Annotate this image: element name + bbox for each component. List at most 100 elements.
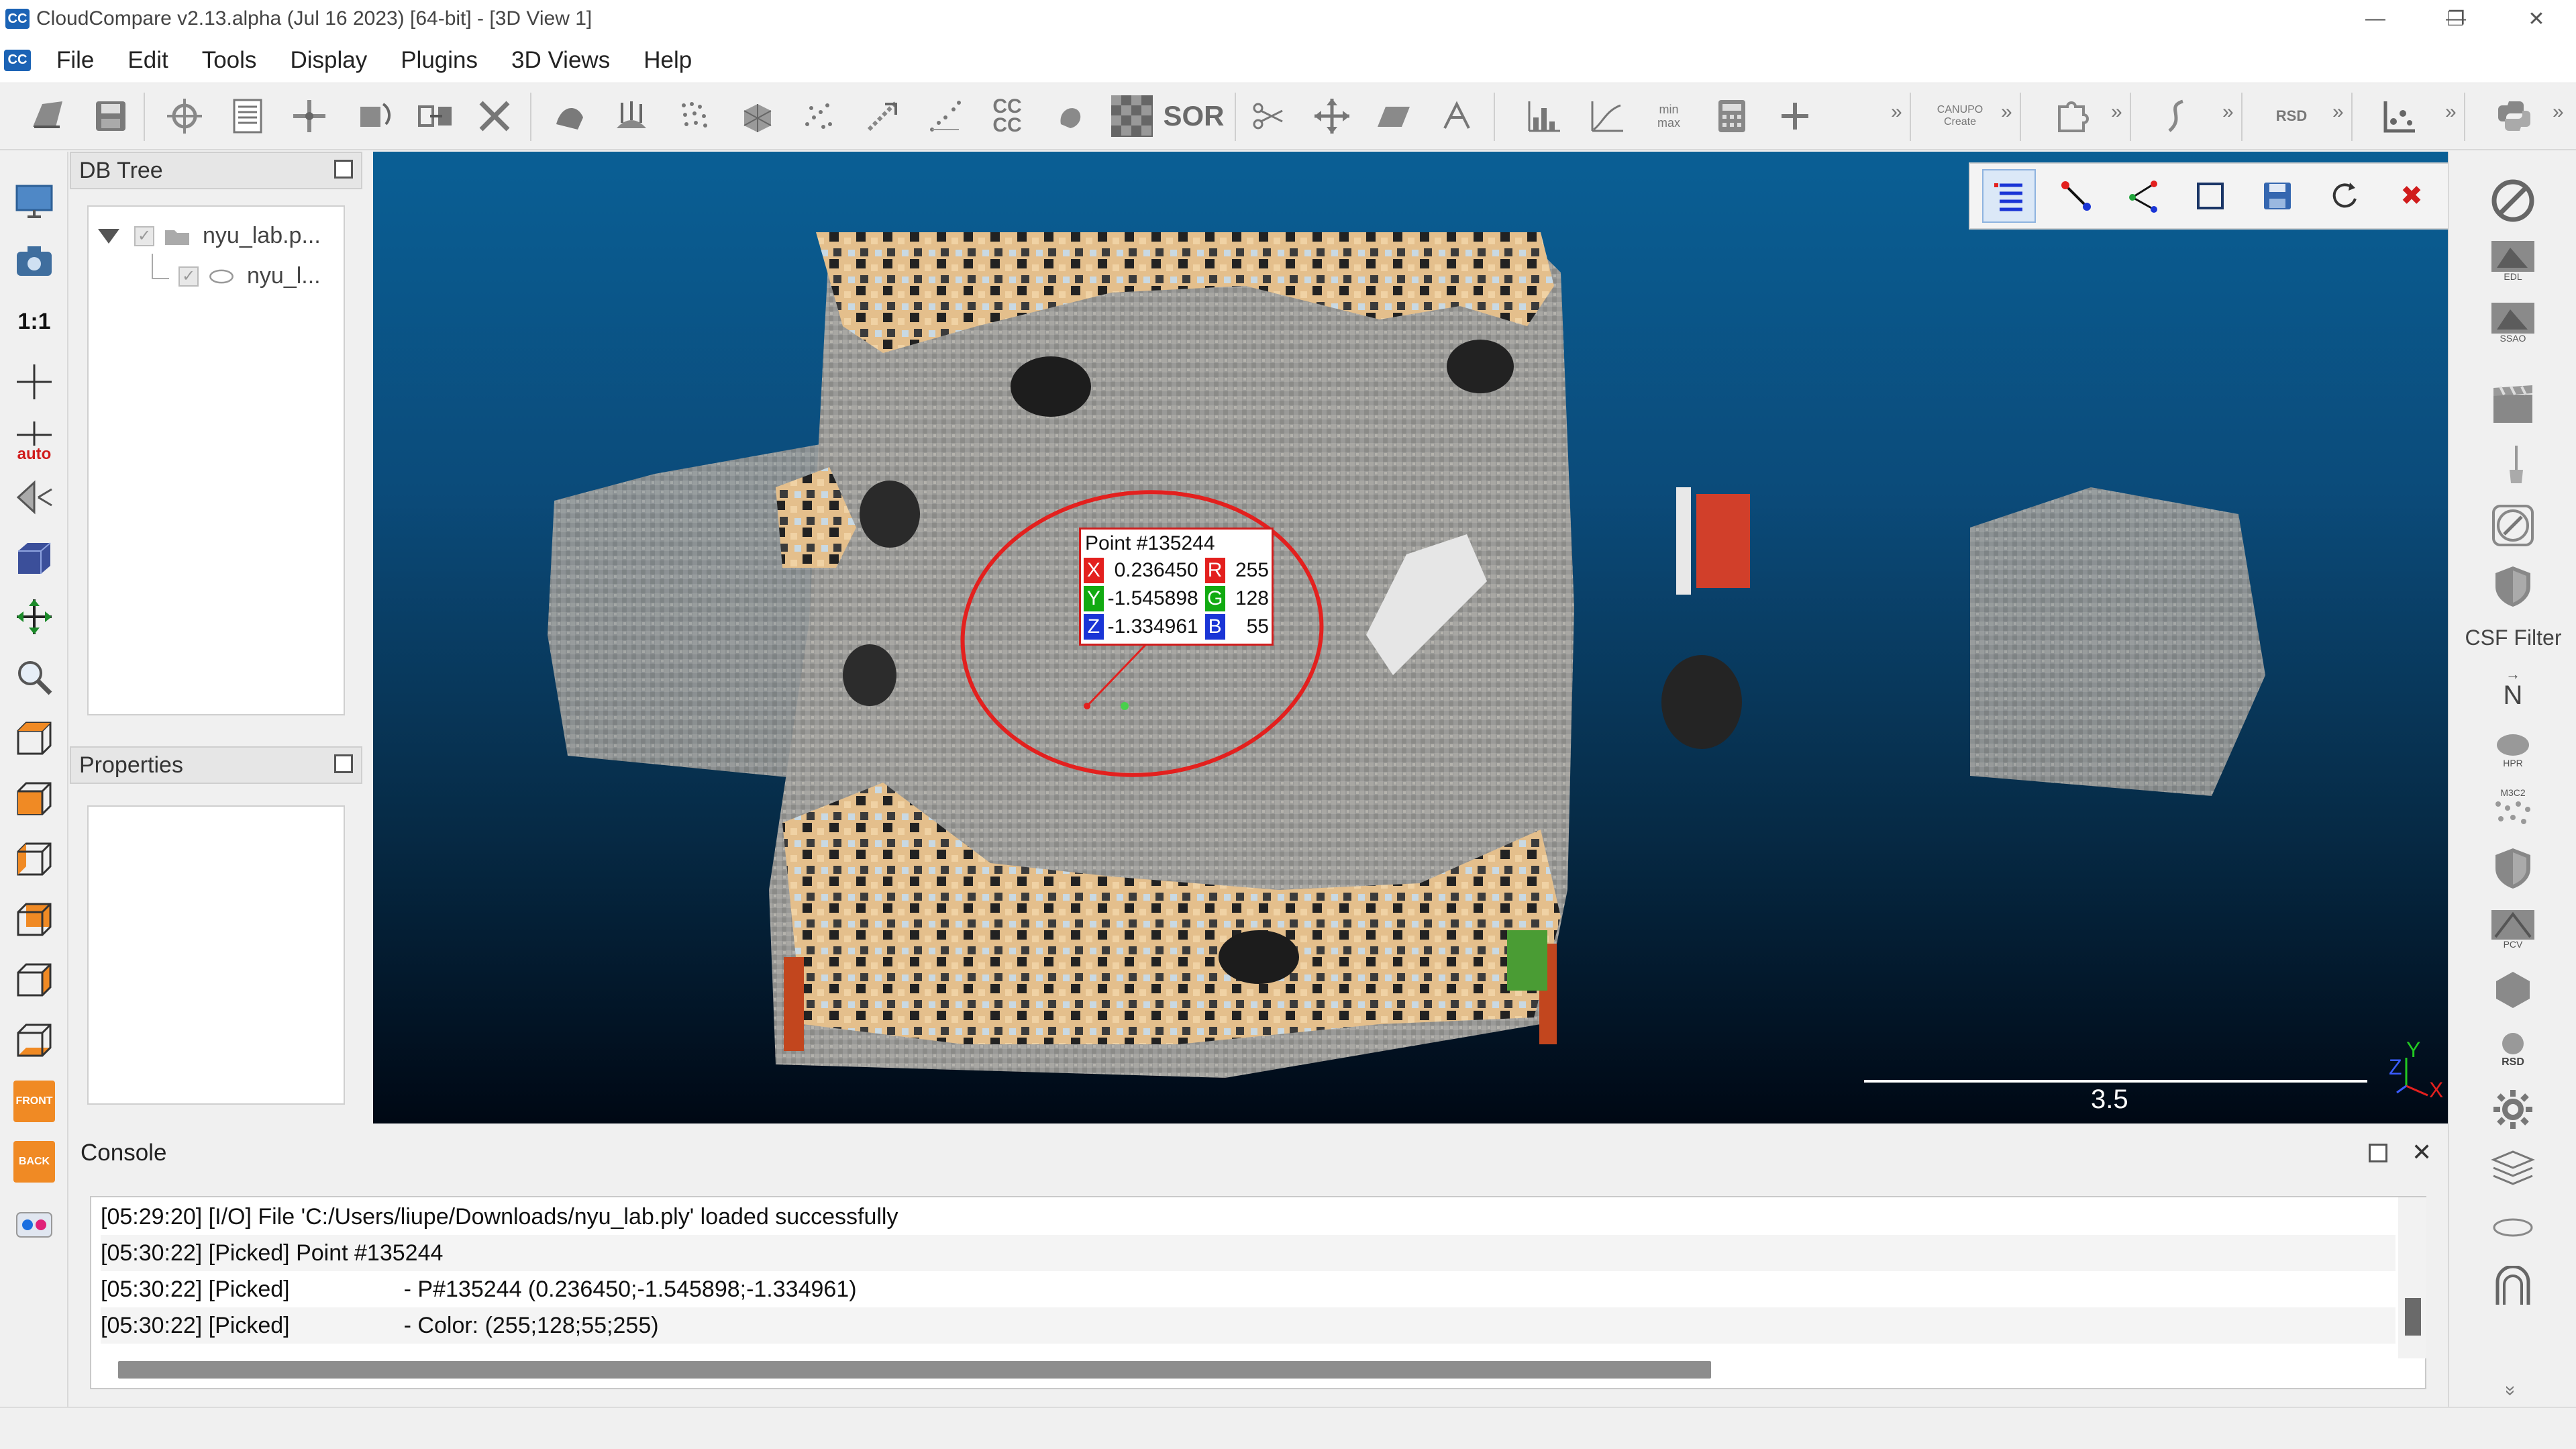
- tree-item-nyu-lab-ply[interactable]: ✓ nyu_lab.p...: [98, 223, 321, 249]
- properties-float-icon[interactable]: [334, 754, 353, 773]
- cloud-compare-icon[interactable]: [925, 95, 966, 137]
- screen-icon[interactable]: [13, 180, 55, 221]
- open-icon[interactable]: [27, 95, 68, 137]
- rotate-icon[interactable]: [352, 95, 393, 137]
- sor-icon[interactable]: SOR: [1164, 95, 1225, 137]
- reset-icon[interactable]: [2318, 169, 2371, 223]
- brush-icon[interactable]: [2488, 440, 2538, 490]
- translate-icon[interactable]: [289, 95, 330, 137]
- subsample-icon[interactable]: [674, 95, 715, 137]
- right-toolbar-overflow[interactable]: »: [2500, 1385, 2522, 1396]
- plane-icon[interactable]: [1373, 95, 1414, 137]
- disable-shader-icon[interactable]: [2488, 176, 2538, 226]
- visibility-checkbox[interactable]: ✓: [178, 266, 199, 287]
- visibility-checkbox[interactable]: ✓: [134, 226, 154, 246]
- menu-3d-views[interactable]: 3D Views: [503, 42, 618, 79]
- perspective-icon[interactable]: [13, 477, 55, 518]
- console-float-icon[interactable]: [2369, 1144, 2387, 1162]
- close-window-button[interactable]: ✕: [2503, 0, 2570, 38]
- global-shift-icon[interactable]: [164, 95, 205, 137]
- octree-icon[interactable]: [737, 95, 778, 137]
- csf-filter-label[interactable]: CSF Filter: [2449, 626, 2576, 650]
- menu-help[interactable]: Help: [635, 42, 700, 79]
- maximize-button[interactable]: ❐: [2422, 0, 2489, 38]
- canupo-icon[interactable]: CANUPO Create: [1937, 95, 1983, 137]
- console-vertical-scroll-thumb[interactable]: [2405, 1298, 2421, 1336]
- menu-file[interactable]: File: [48, 42, 102, 79]
- distance-icon[interactable]: [862, 95, 903, 137]
- segment-icon[interactable]: [1436, 95, 1478, 137]
- menu-edit[interactable]: Edit: [119, 42, 176, 79]
- ransac-icon[interactable]: RSD: [2271, 95, 2312, 137]
- view-front-icon[interactable]: [13, 777, 55, 819]
- pcv-button[interactable]: PCV: [2488, 905, 2538, 954]
- sample-icon[interactable]: [549, 95, 590, 137]
- toolbar-overflow-1[interactable]: »: [1891, 101, 1902, 123]
- rsd-button[interactable]: RSD: [2488, 1024, 2538, 1074]
- save-icon[interactable]: [90, 95, 132, 137]
- 3d-view[interactable]: ✖ Point #135244 X 0.236450 R 255 Y -1.54…: [373, 152, 2448, 1123]
- cloud-layers-icon[interactable]: [2378, 95, 2420, 137]
- menu-plugins[interactable]: Plugins: [393, 42, 486, 79]
- zoom-icon[interactable]: [13, 656, 55, 698]
- ssao-shader-button[interactable]: SSAO: [2488, 298, 2538, 348]
- compass-icon[interactable]: [2488, 501, 2538, 550]
- point-link-icon[interactable]: [2049, 169, 2103, 223]
- minimize-button[interactable]: —: [2342, 0, 2409, 38]
- scissors-icon[interactable]: [1248, 95, 1290, 137]
- ellipse-icon[interactable]: [2488, 1203, 2538, 1252]
- toolbar-overflow-7[interactable]: »: [2553, 101, 2564, 123]
- move-view-icon[interactable]: [13, 596, 55, 638]
- toolbar-overflow-6[interactable]: »: [2445, 101, 2457, 123]
- calculator-icon[interactable]: [1711, 95, 1753, 137]
- expand-arrow-icon[interactable]: [98, 228, 119, 244]
- camera-icon[interactable]: [13, 240, 55, 282]
- csf-shield-icon[interactable]: [2488, 561, 2538, 611]
- tree-item-nyu-lab-cloud[interactable]: ✓ nyu_l...: [178, 263, 321, 289]
- view-top-icon[interactable]: [13, 717, 55, 758]
- edl-shader-button[interactable]: EDL: [2488, 236, 2538, 286]
- toolbar-overflow-4[interactable]: »: [2222, 101, 2234, 123]
- cloudcompare-menu-icon[interactable]: CC: [4, 49, 31, 71]
- zoom-one-to-one-button[interactable]: 1:1: [13, 301, 55, 342]
- stereo-icon[interactable]: [13, 1204, 55, 1246]
- animation-icon[interactable]: [2488, 380, 2538, 430]
- polygon-icon[interactable]: [2488, 965, 2538, 1015]
- point-label-popup[interactable]: Point #135244 X 0.236450 R 255 Y -1.5458…: [1079, 528, 1274, 646]
- noise-icon[interactable]: [798, 95, 840, 137]
- graph-icon[interactable]: [1586, 95, 1628, 137]
- angle-icon[interactable]: [2116, 169, 2170, 223]
- toolbar-overflow-3[interactable]: »: [2111, 101, 2122, 123]
- point-cloud-render[interactable]: [373, 152, 2448, 1123]
- move-icon[interactable]: [1311, 95, 1353, 137]
- view-back-icon[interactable]: [13, 898, 55, 940]
- puzzle-icon[interactable]: [2051, 95, 2092, 137]
- m3c2-button[interactable]: M3C2: [2488, 783, 2538, 832]
- python-icon[interactable]: [2493, 95, 2535, 137]
- volume-icon[interactable]: [1049, 95, 1091, 137]
- pivot-icon[interactable]: [13, 361, 55, 403]
- gear-icon[interactable]: [2488, 1085, 2538, 1134]
- view-left-icon[interactable]: [13, 838, 55, 879]
- merge-icon[interactable]: [415, 95, 456, 137]
- layers-icon[interactable]: [2488, 1144, 2538, 1193]
- view-iso-back-button[interactable]: BACK: [13, 1141, 55, 1183]
- menu-display[interactable]: Display: [282, 42, 375, 79]
- auto-pivot-button[interactable]: auto: [13, 420, 55, 462]
- object-centered-icon[interactable]: [13, 537, 55, 579]
- list-icon[interactable]: [227, 95, 268, 137]
- toolbar-overflow-5[interactable]: »: [2332, 101, 2344, 123]
- histogram-icon[interactable]: [1523, 95, 1565, 137]
- db-tree-float-icon[interactable]: [334, 160, 353, 179]
- area-icon[interactable]: [2183, 169, 2237, 223]
- north-icon[interactable]: → N: [2488, 664, 2538, 714]
- arch-icon[interactable]: [2488, 1262, 2538, 1311]
- view-iso-front-button[interactable]: FRONT: [13, 1081, 55, 1122]
- save-label-icon[interactable]: [2251, 169, 2304, 223]
- plus-icon[interactable]: [1774, 95, 1816, 137]
- hpr-button[interactable]: HPR: [2488, 725, 2538, 775]
- delete-icon[interactable]: [474, 95, 515, 137]
- console-close-icon[interactable]: ✕: [2412, 1138, 2432, 1166]
- shield-icon[interactable]: [2488, 843, 2538, 893]
- toolbar-overflow-2[interactable]: »: [2001, 101, 2012, 123]
